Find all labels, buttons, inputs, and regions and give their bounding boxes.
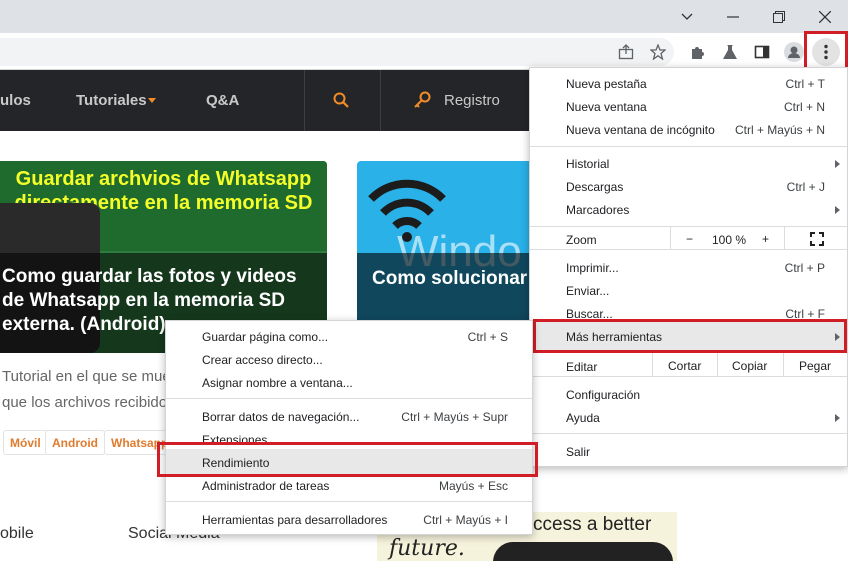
nav-divider [304,70,305,131]
card-title[interactable]: Como solucionar el error de conexión a I… [372,267,529,291]
article-excerpt-line: que los archivos recibidos [2,394,175,411]
ad-button[interactable] [493,542,673,561]
edit-copy-button[interactable]: Copiar [732,359,767,373]
shortcut-print: Ctrl + P [784,261,825,275]
zoom-level: 100 % [712,233,747,247]
shortcut-downloads: Ctrl + J [786,180,825,194]
edit-cut-button[interactable]: Cortar [668,359,701,373]
menu-item-incognito[interactable]: Nueva ventana de incógnito [566,123,715,137]
highlight-performance [157,442,538,477]
shortcut-new-window: Ctrl + N [783,100,825,114]
menu-item-settings[interactable]: Configuración [566,388,640,402]
share-icon [618,44,634,60]
menu-item-edit: Editar [566,360,598,374]
nav-item-partial[interactable]: ulos [0,92,31,109]
cell-divider [784,227,785,249]
shortcut-task-manager: Mayús + Esc [438,479,508,493]
footer-heading: obile [0,525,34,542]
menu-item-print[interactable]: Imprimir... [566,261,619,275]
submenu-arrow-icon [835,160,840,168]
shortcut-new-tab: Ctrl + T [785,77,825,91]
menu-item-downloads[interactable]: Descargas [566,180,623,194]
bookmark-star-button[interactable] [644,38,672,66]
menu-separator [530,226,847,227]
edit-paste-button[interactable]: Pegar [799,359,831,373]
submenu-item-name-window[interactable]: Asignar nombre a ventana... [202,376,353,390]
nav-item-registro[interactable]: Registro [444,92,500,109]
restore-icon [773,10,785,23]
labs-button[interactable] [716,38,744,66]
extensions-button[interactable] [684,38,712,66]
submenu-arrow-icon [835,206,840,214]
menu-item-help[interactable]: Ayuda [566,411,600,425]
shortcut-clear-data: Ctrl + Mayús + Supr [401,410,508,424]
zoom-out-button[interactable]: − [686,232,693,246]
shortcut-incognito: Ctrl + Mayús + N [734,123,825,137]
minimize-window-button[interactable] [710,0,756,33]
submenu-item-task-manager[interactable]: Administrador de tareas [202,479,329,493]
star-icon [650,44,666,60]
highlight-more-tools [533,319,847,353]
shortcut-save-page: Ctrl + S [467,330,508,344]
tag-android[interactable]: Android [45,430,105,455]
address-bar[interactable] [0,38,674,66]
menu-item-bookmarks[interactable]: Marcadores [566,203,629,217]
zoom-in-button[interactable]: + [762,232,769,246]
share-button[interactable] [612,38,640,66]
menu-separator [530,433,847,434]
submenu-item-create-shortcut[interactable]: Crear acceso directo... [202,353,323,367]
menu-item-exit[interactable]: Salir [566,445,590,459]
menu-item-history[interactable]: Historial [566,157,609,171]
minimize-icon [727,15,739,18]
profile-icon [784,42,804,62]
nav-item-qa[interactable]: Q&A [206,92,239,109]
menu-separator [166,501,532,502]
submenu-item-save-page[interactable]: Guardar página como... [202,330,328,344]
fullscreen-icon[interactable] [810,232,824,246]
nav-divider [380,70,381,131]
menu-separator [166,398,532,399]
chrome-menu: Nueva pestaña Ctrl + T Nueva ventana Ctr… [529,67,848,467]
caret-down-icon [148,98,156,103]
extensions-icon [692,47,704,59]
more-tools-submenu: Guardar página como... Ctrl + S Crear ac… [165,320,533,535]
restore-button[interactable] [756,0,802,33]
chevron-down-icon [681,13,693,20]
menu-item-new-window[interactable]: Nueva ventana [566,100,647,114]
side-panel-button[interactable] [748,38,776,66]
submenu-item-clear-data[interactable]: Borrar datos de navegación... [202,410,359,424]
nav-item-tutoriales[interactable]: Tutoriales [76,92,147,109]
cell-divider [670,227,671,249]
ad-script-text: future. [389,536,465,561]
shortcut-dev-tools: Ctrl + Mayús + I [423,513,508,527]
ad-text: ccess a better [533,514,652,535]
menu-item-new-tab[interactable]: Nueva pestaña [566,77,647,91]
labs-icon [723,45,737,59]
menu-separator [530,249,847,250]
cell-divider [717,353,718,376]
tag-movil[interactable]: Móvil [3,430,48,455]
menu-separator [530,146,847,147]
menu-item-cast[interactable]: Enviar... [566,284,609,298]
close-window-button[interactable] [802,0,848,33]
minimize-button[interactable] [664,0,710,33]
cell-divider [652,353,653,376]
key-icon [414,91,431,108]
menu-separator [530,376,847,377]
sidepanel-icon [754,45,770,59]
menu-item-zoom: Zoom [566,233,597,247]
search-icon[interactable] [333,92,349,108]
cell-divider [783,353,784,376]
close-icon [819,10,831,23]
submenu-arrow-icon [835,414,840,422]
submenu-item-dev-tools[interactable]: Herramientas para desarrolladores [202,513,387,527]
